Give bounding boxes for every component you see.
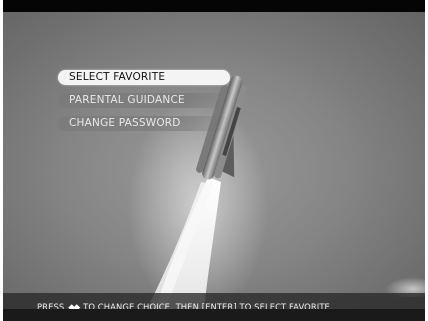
bottom-letterbox <box>3 309 425 321</box>
shuttle-launch-illustration <box>128 75 268 317</box>
top-letterbox <box>3 0 425 12</box>
background-scene: SELECT FAVORITE PARENTAL GUIDANCE CHANGE… <box>3 12 425 321</box>
menu-item-parental-guidance[interactable]: PARENTAL GUIDANCE <box>58 93 230 108</box>
main-menu: SELECT FAVORITE PARENTAL GUIDANCE CHANGE… <box>58 70 230 139</box>
menu-item-select-favorite[interactable]: SELECT FAVORITE <box>58 70 230 85</box>
tv-screen: SELECT FAVORITE PARENTAL GUIDANCE CHANGE… <box>3 0 425 321</box>
menu-item-change-password[interactable]: CHANGE PASSWORD <box>58 116 230 131</box>
